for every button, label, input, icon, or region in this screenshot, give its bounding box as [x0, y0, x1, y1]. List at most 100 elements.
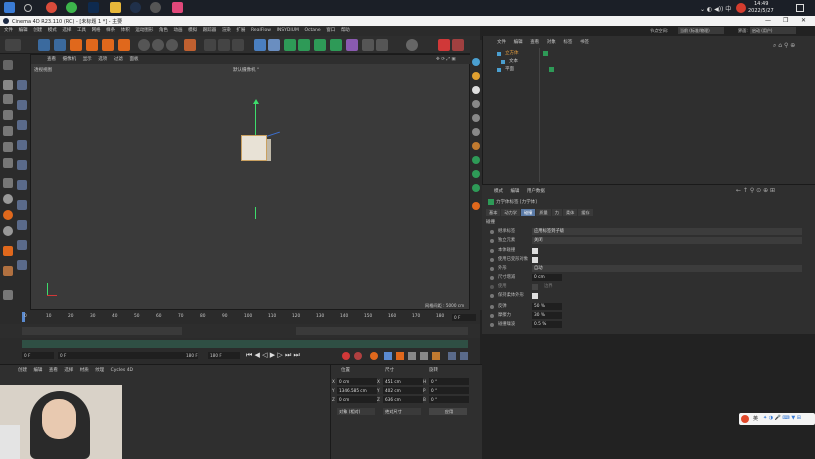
selected-object[interactable]	[241, 135, 267, 161]
paint-icon[interactable]	[3, 266, 13, 276]
search-icon[interactable]	[24, 4, 32, 12]
menu-octane[interactable]: Octane	[304, 26, 320, 36]
param-key-icon[interactable]	[420, 352, 428, 360]
octane-tool-10-icon[interactable]	[472, 184, 480, 192]
octane-tool-2-icon[interactable]	[472, 72, 480, 80]
y-axis-arrow-icon[interactable]	[253, 99, 259, 104]
magnet-icon[interactable]	[3, 246, 13, 256]
knife-icon[interactable]	[17, 80, 27, 90]
octane-tool-7-icon[interactable]	[472, 142, 480, 150]
node-space-select[interactable]: 当前 (标准/物理)	[678, 27, 724, 34]
om-menu-edit[interactable]: 编辑	[514, 38, 523, 47]
shape-select[interactable]: 自动	[532, 265, 802, 272]
grab-icon[interactable]	[17, 260, 27, 270]
position-key-icon[interactable]	[384, 352, 392, 360]
timeline-ruler[interactable]: 0 10 20 30 40 50 60 70 80 90 100 110 120…	[0, 310, 480, 324]
menu-insydium[interactable]: INSYDIUM	[277, 26, 299, 36]
coord-mode-select[interactable]: 对象 (相对)	[337, 408, 375, 415]
tab-force[interactable]: 力	[551, 209, 562, 216]
windows-start-icon[interactable]	[4, 2, 15, 13]
keyframe-dot-icon[interactable]	[490, 267, 494, 271]
menu-help[interactable]: 帮助	[341, 26, 350, 36]
rotate-tool-icon[interactable]	[86, 39, 98, 51]
ime-toolbar[interactable]: 英 ✦ ◑ 🎤 ⌨ ▼ ⊞	[739, 413, 815, 425]
extrude-icon[interactable]	[17, 100, 27, 110]
vp-menu-filter[interactable]: 过滤	[114, 55, 123, 64]
timeline-window-icon[interactable]	[448, 352, 456, 360]
rotation-p-field[interactable]: 0 °	[429, 387, 469, 394]
tab-collision[interactable]: 碰撞	[520, 209, 536, 216]
motion-clip-icon[interactable]	[460, 352, 468, 360]
preview-end-field[interactable]: 180 F	[186, 352, 204, 359]
light-icon[interactable]	[406, 39, 418, 51]
pen-spline-icon[interactable]	[268, 39, 280, 51]
keyframe-dot-icon[interactable]	[490, 230, 494, 234]
3d-viewport[interactable]: 查看 摄像机 显示 选项 过滤 面板 ✥ ⟳ ⤢ ▣ 透视视图 默认摄像机 ° …	[30, 54, 471, 310]
size-y-field[interactable]: 402 cm	[383, 387, 423, 394]
ime-language[interactable]: 英	[753, 415, 758, 422]
current-frame-field[interactable]: 0 F	[452, 314, 476, 321]
preview-start-field[interactable]: 0 F	[58, 352, 198, 359]
select-tool-icon[interactable]	[38, 39, 50, 51]
chrome-icon[interactable]	[46, 2, 57, 13]
menu-tools[interactable]: 工具	[77, 26, 86, 36]
cloner-icon[interactable]	[298, 39, 310, 51]
mat-menu-select[interactable]: 选择	[64, 368, 73, 373]
grid-floor-icon[interactable]	[376, 39, 388, 51]
size-increment-field[interactable]: 0 cm	[532, 274, 562, 281]
menu-select[interactable]: 选择	[62, 26, 71, 36]
plugin-bar[interactable]	[22, 327, 182, 335]
octane-tool-3-icon[interactable]	[472, 86, 480, 94]
menu-mode[interactable]: 模式	[48, 26, 57, 36]
layout-select[interactable]: 启动 (用户)	[750, 27, 796, 34]
octane-tool-11-icon[interactable]	[472, 202, 480, 210]
position-x-field[interactable]: 0 cm	[337, 378, 377, 385]
start-frame-field[interactable]: 0 F	[22, 352, 54, 359]
bridge-icon[interactable]	[17, 140, 27, 150]
move-tool-icon[interactable]	[54, 39, 66, 51]
tab-mass[interactable]: 质量	[536, 209, 551, 216]
plugin-bar-2[interactable]	[296, 327, 468, 335]
texture-mode-icon[interactable]	[3, 94, 13, 104]
apply-button[interactable]: 应用	[429, 408, 467, 415]
mat-menu-create[interactable]: 创建	[18, 368, 27, 373]
size-x-field[interactable]: 451 cm	[383, 378, 423, 385]
collision-noise-field[interactable]: 0.5 %	[532, 321, 562, 328]
attr-nav-icons[interactable]: ← ↑ ⚲ ⊙ ⊕ ⊞	[736, 187, 775, 194]
point-key-icon[interactable]	[432, 352, 440, 360]
field-icon[interactable]	[330, 39, 342, 51]
spline-draw-icon[interactable]	[17, 220, 27, 230]
rotation-key-icon[interactable]	[408, 352, 416, 360]
notification-center-icon[interactable]	[796, 4, 804, 12]
keyframe-dot-icon[interactable]	[490, 239, 494, 243]
end-frame-field[interactable]: 180 F	[208, 352, 240, 359]
friction-field[interactable]: 30 %	[532, 312, 562, 319]
octane-tool-6-icon[interactable]	[472, 128, 480, 136]
sculpt-icon[interactable]	[3, 226, 13, 236]
maximize-button[interactable]: ❐	[783, 17, 788, 24]
octane-tool-1-icon[interactable]	[472, 58, 480, 66]
coordinate-system-icon[interactable]	[184, 39, 196, 51]
individual-elements-select[interactable]: 关闭	[532, 237, 802, 244]
tab-cache[interactable]: 缓存	[578, 209, 593, 216]
menu-mograph[interactable]: 运动图形	[135, 26, 153, 36]
attr-menu-userdata[interactable]: 用户数据	[527, 189, 545, 194]
tab-dynamics[interactable]: 动力学	[501, 209, 520, 216]
rotation-b-field[interactable]: 0 °	[429, 396, 469, 403]
octane-tool-8-icon[interactable]	[472, 156, 480, 164]
menu-tracker[interactable]: 跟踪器	[203, 26, 217, 36]
menu-spline[interactable]: 样条	[106, 26, 115, 36]
playback-buttons[interactable]: ⏮ ◀ ◁ ▶ ▷ ⏭ ⏭	[246, 351, 300, 360]
tab-basic[interactable]: 基本	[486, 209, 501, 216]
menu-edit[interactable]: 编辑	[19, 26, 28, 36]
vp-menu-display[interactable]: 显示	[83, 55, 92, 64]
use-deformed-checkbox[interactable]	[532, 256, 538, 263]
octane-tool-9-icon[interactable]	[472, 170, 480, 178]
close-button[interactable]: ✕	[801, 17, 806, 24]
menu-realflow[interactable]: RealFlow	[251, 26, 271, 36]
menu-window[interactable]: 窗口	[326, 26, 335, 36]
menu-create[interactable]: 创建	[33, 26, 42, 36]
size-mode-select[interactable]: 绝对尺寸	[383, 408, 421, 415]
om-menu-tag[interactable]: 标签	[563, 38, 572, 47]
mat-menu-texture[interactable]: 纹理	[95, 368, 104, 373]
